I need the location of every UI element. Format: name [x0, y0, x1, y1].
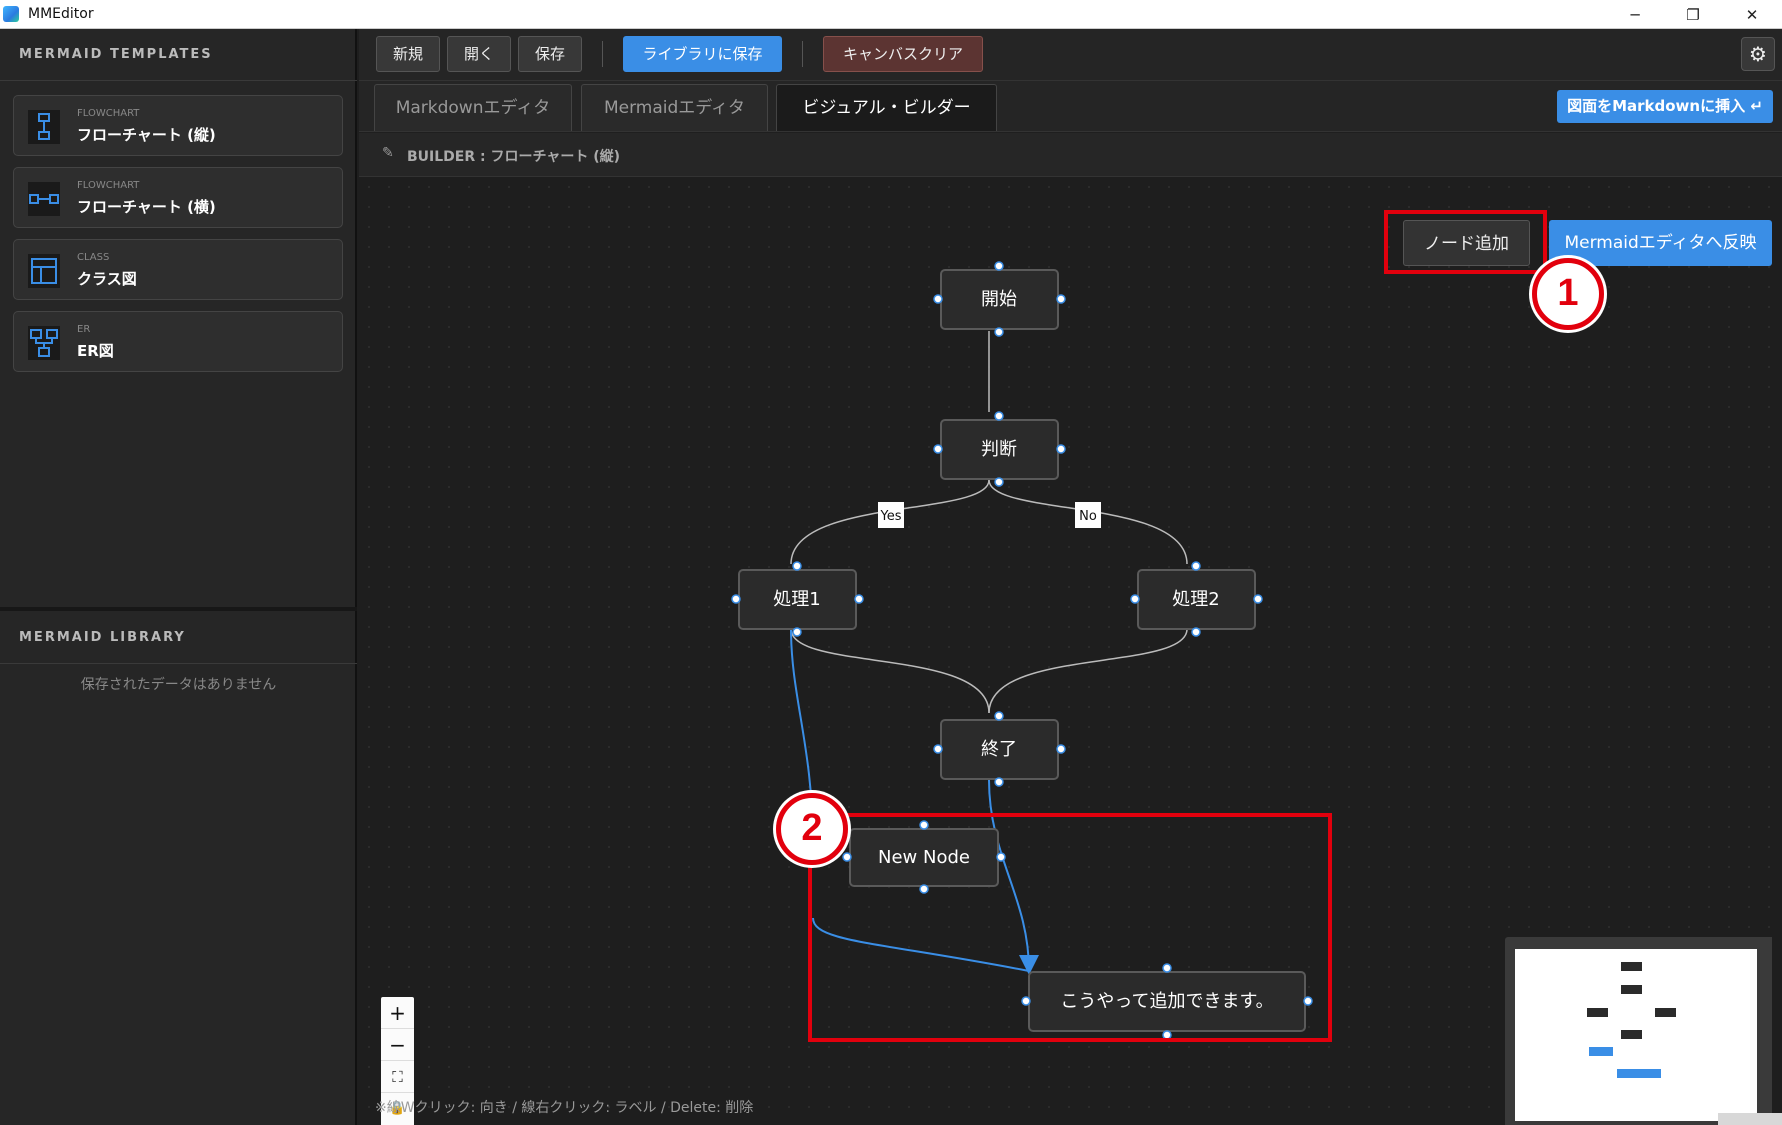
minimap-node: [1589, 1047, 1613, 1056]
reflect-to-mermaid-button[interactable]: Mermaidエディタへ反映: [1549, 220, 1772, 266]
node-handle[interactable]: [1056, 294, 1066, 304]
toolbar: 新規 開く 保存 ライブラリに保存 キャンバスクリア ⚙: [359, 29, 1782, 81]
node-handle[interactable]: [1056, 744, 1066, 754]
node-label: 終了: [981, 739, 1017, 760]
template-class-diagram[interactable]: CLASS クラス図: [13, 239, 343, 300]
node-handle[interactable]: [1191, 561, 1201, 571]
minimap-node: [1621, 985, 1642, 994]
insert-to-markdown-button[interactable]: 図面をMarkdownに挿入 ↵: [1557, 90, 1773, 123]
node-handle[interactable]: [994, 711, 1004, 721]
node-handle[interactable]: [1253, 594, 1263, 604]
minimap-viewport: [1515, 949, 1757, 1121]
annotation-box-1: [1384, 210, 1547, 274]
node-handle[interactable]: [994, 411, 1004, 421]
class-diagram-icon: [28, 254, 60, 288]
library-heading: MERMAID LIBRARY: [0, 611, 357, 664]
minimize-button[interactable]: ─: [1605, 0, 1665, 29]
edge-label-yes[interactable]: Yes: [880, 509, 902, 524]
node-handle[interactable]: [854, 594, 864, 604]
node-handle[interactable]: [1191, 627, 1201, 637]
app-logo-icon: [3, 6, 19, 22]
tab-mermaid-editor[interactable]: Mermaidエディタ: [581, 84, 768, 131]
template-er-diagram[interactable]: ER ER図: [13, 311, 343, 372]
templates-heading: MERMAID TEMPLATES: [0, 29, 357, 81]
node-handle[interactable]: [994, 261, 1004, 271]
zoom-out-button[interactable]: −: [381, 1029, 414, 1061]
annotation-badge-2: 2: [776, 793, 848, 865]
new-button[interactable]: 新規: [376, 36, 440, 72]
minimap-node: [1617, 1069, 1661, 1078]
template-category: CLASS: [77, 252, 110, 263]
save-library-button[interactable]: ライブラリに保存: [623, 36, 782, 72]
node-handle[interactable]: [933, 444, 943, 454]
maximize-button[interactable]: ❐: [1663, 0, 1723, 29]
node-handle[interactable]: [1056, 444, 1066, 454]
node-handle[interactable]: [994, 327, 1004, 337]
breadcrumb: ✎ BUILDER : フローチャート (縦): [359, 133, 1782, 177]
tab-markdown-editor[interactable]: Markdownエディタ: [374, 84, 572, 131]
builder-canvas[interactable]: Yes No 開始 判断 処理1 処理2 終了 New Node こうやって追加…: [359, 177, 1782, 1125]
tab-visual-builder[interactable]: ビジュアル・ビルダー: [776, 84, 997, 131]
edge-proc1-end[interactable]: [790, 628, 990, 714]
toolbar-separator: [602, 41, 603, 67]
pencil-icon: ✎: [382, 145, 394, 161]
edge-label-no[interactable]: No: [1079, 509, 1097, 524]
template-name: フローチャート (横): [77, 198, 216, 216]
er-diagram-icon: [28, 326, 60, 360]
annotation-box-2: [808, 813, 1332, 1042]
node-handle[interactable]: [933, 744, 943, 754]
template-name: ER図: [77, 342, 114, 360]
breadcrumb-text: BUILDER : フローチャート (縦): [407, 149, 621, 165]
clear-canvas-button[interactable]: キャンバスクリア: [823, 36, 983, 72]
window-title: MMEditor: [28, 6, 94, 22]
node-handle[interactable]: [994, 777, 1004, 787]
library-empty-message: 保存されたデータはありません: [80, 677, 277, 693]
minimap-node: [1655, 1008, 1676, 1017]
template-name: フローチャート (縦): [77, 126, 216, 144]
node-handle[interactable]: [792, 561, 802, 571]
node-label: 処理1: [773, 589, 820, 610]
open-button[interactable]: 開く: [447, 36, 511, 72]
template-flowchart-horizontal[interactable]: FLOWCHART フローチャート (横): [13, 167, 343, 228]
node-handle[interactable]: [731, 594, 741, 604]
zoom-in-button[interactable]: +: [381, 997, 414, 1029]
sidebar: MERMAID TEMPLATES FLOWCHART フローチャート (縦) …: [0, 29, 357, 1125]
save-button[interactable]: 保存: [518, 36, 582, 72]
template-category: FLOWCHART: [77, 180, 140, 191]
annotation-badge-1: 1: [1532, 258, 1604, 330]
node-handle[interactable]: [994, 477, 1004, 487]
template-flowchart-vertical[interactable]: FLOWCHART フローチャート (縦): [13, 95, 343, 156]
main-panel: 新規 開く 保存 ライブラリに保存 キャンバスクリア ⚙ Markdownエディ…: [359, 29, 1782, 1125]
node-label: 判断: [981, 439, 1017, 460]
flowchart-vertical-icon: [28, 110, 60, 144]
fit-view-button[interactable]: ⛶: [381, 1061, 414, 1093]
minimap-node: [1621, 962, 1642, 971]
node-handle[interactable]: [1130, 594, 1140, 604]
minimap-attribution: [1718, 1113, 1782, 1125]
close-button[interactable]: ✕: [1722, 0, 1782, 29]
template-name: クラス図: [77, 270, 137, 288]
node-label: 開始: [981, 289, 1017, 310]
template-category: ER: [77, 324, 91, 335]
template-category: FLOWCHART: [77, 108, 140, 119]
minimap-node: [1587, 1008, 1608, 1017]
flowchart-horizontal-icon: [28, 182, 60, 216]
node-label: 処理2: [1172, 589, 1219, 610]
toolbar-separator: [802, 41, 803, 67]
node-handle[interactable]: [933, 294, 943, 304]
minimap[interactable]: [1505, 937, 1772, 1125]
gear-icon[interactable]: ⚙: [1741, 37, 1775, 71]
edge-proc2-end[interactable]: [988, 628, 1188, 714]
title-bar: MMEditor ─ ❐ ✕: [0, 0, 1782, 29]
node-handle[interactable]: [792, 627, 802, 637]
canvas-hint: ※線Wクリック: 向き / 線右クリック: ラベル / Delete: 削除: [375, 1100, 754, 1116]
minimap-node: [1621, 1030, 1642, 1039]
